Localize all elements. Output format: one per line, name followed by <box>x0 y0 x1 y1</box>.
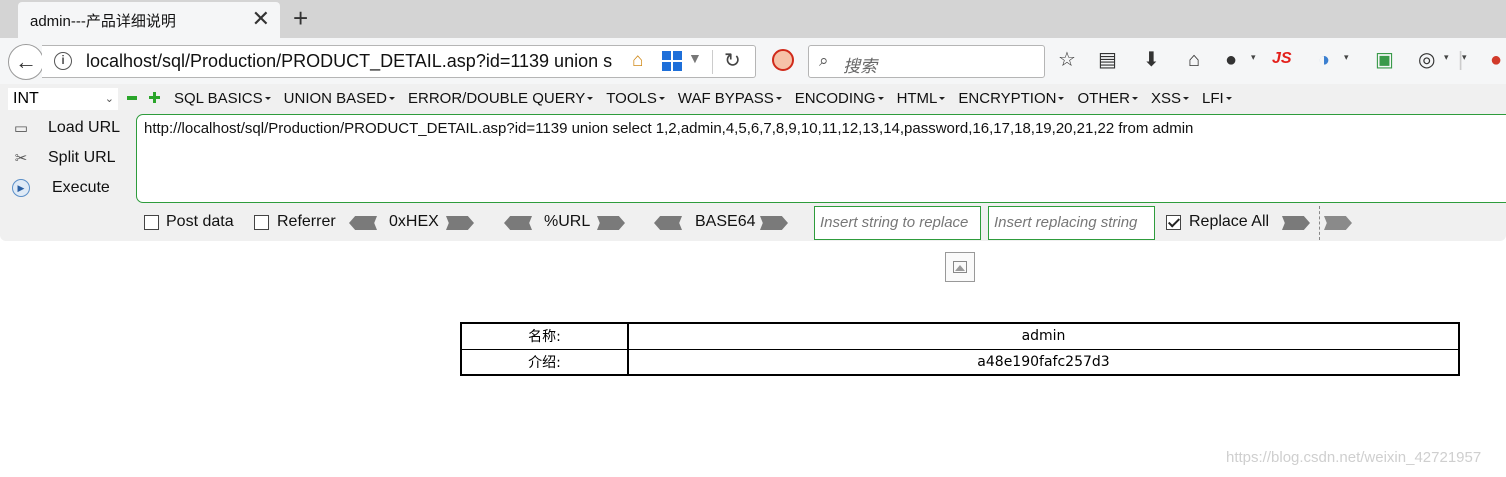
base64-decode-arrow-icon[interactable] <box>654 216 682 230</box>
hex-encode-arrow-icon[interactable] <box>446 216 474 230</box>
replace-all-checkbox[interactable] <box>1166 215 1181 230</box>
split-url-label: Split URL <box>48 149 116 166</box>
name-label: 名称: <box>460 322 629 350</box>
load-url-label: Load URL <box>48 119 121 136</box>
minus-icon[interactable] <box>127 96 137 100</box>
broken-image-icon <box>945 252 975 282</box>
menu-other[interactable]: OTHER <box>1077 90 1138 107</box>
palette-icon[interactable]: ◎ <box>1418 48 1435 72</box>
bookmark-star-icon[interactable]: ☆ <box>1058 48 1076 72</box>
menu-html[interactable]: HTML <box>897 90 946 107</box>
menu-encoding[interactable]: ENCODING <box>795 90 884 107</box>
referrer-checkbox[interactable] <box>254 215 269 230</box>
extension-icon[interactable]: ◑ <box>1318 48 1330 72</box>
replace-next-arrow-icon[interactable] <box>1324 216 1352 230</box>
hackbar-options: Post data Referrer 0xHEX %URL BASE64 Ins… <box>0 206 1506 240</box>
address-bar[interactable]: i localhost/sql/Production/PRODUCT_DETAI… <box>42 45 756 78</box>
tab-strip: admin---产品详细说明 ✕ + <box>0 0 1506 38</box>
replace-search-input[interactable]: Insert string to replace <box>814 206 981 240</box>
chevron-down-icon: ⌄ <box>104 93 114 105</box>
menu-arrow-icon[interactable]: ▾ <box>1462 52 1467 63</box>
navigation-bar: ← i localhost/sql/Production/PRODUCT_DET… <box>0 38 1506 84</box>
url-encode-arrow-icon[interactable] <box>597 216 625 230</box>
scissors-icon: ✂ <box>14 150 28 167</box>
plus-icon[interactable] <box>149 92 160 103</box>
adblock-icon[interactable] <box>772 49 794 71</box>
execute-label: Execute <box>52 179 110 196</box>
type-select-value: INT <box>13 90 39 107</box>
clipboard-icon[interactable]: ▤ <box>1098 48 1117 72</box>
extension-red-icon[interactable]: ● <box>1490 48 1502 72</box>
url-encode-label: %URL <box>544 213 591 230</box>
divider <box>1319 206 1320 240</box>
type-select[interactable]: INT ⌄ <box>8 88 118 110</box>
address-text[interactable]: localhost/sql/Production/PRODUCT_DETAIL.… <box>86 51 626 72</box>
hex-decode-arrow-icon[interactable] <box>349 216 377 230</box>
dropdown-arrow-icon[interactable]: ▾ <box>1344 52 1349 63</box>
intro-value: a48e190fafc257d3 <box>627 348 1460 376</box>
replace-all-label: Replace All <box>1189 213 1270 230</box>
menu-lfi[interactable]: LFI <box>1202 90 1232 107</box>
menu-xss[interactable]: XSS <box>1151 90 1189 107</box>
download-icon[interactable]: ⬇ <box>1143 48 1160 72</box>
execute-button[interactable]: ▶ Execute <box>10 176 110 200</box>
close-tab-icon[interactable]: ✕ <box>252 8 270 30</box>
search-icon: ⌕ <box>819 51 829 70</box>
post-data-label: Post data <box>166 213 234 230</box>
search-placeholder: 搜索 <box>843 57 877 76</box>
execute-icon: ▶ <box>10 177 32 199</box>
url-decode-arrow-icon[interactable] <box>504 216 532 230</box>
load-url-icon: ▭ <box>13 120 29 137</box>
menu-tools[interactable]: TOOLS <box>606 90 665 107</box>
new-tab-button[interactable]: + <box>293 4 308 32</box>
screenshot-icon[interactable]: ▣ <box>1375 48 1394 72</box>
replace-with-input[interactable]: Insert replacing string <box>988 206 1155 240</box>
base64-label: BASE64 <box>695 213 756 230</box>
home-page-icon[interactable]: ⌂ <box>632 50 643 72</box>
hackbar-url-textarea[interactable]: http://localhost/sql/Production/PRODUCT_… <box>136 114 1506 203</box>
base64-encode-arrow-icon[interactable] <box>760 216 788 230</box>
windows-icon[interactable] <box>662 51 682 71</box>
back-button[interactable]: ← <box>8 44 44 80</box>
load-url-button[interactable]: ▭ Load URL <box>10 116 120 140</box>
intro-label: 介绍: <box>460 348 629 376</box>
browser-tab[interactable]: admin---产品详细说明 ✕ <box>18 2 280 38</box>
menu-error-double-query[interactable]: ERROR/DOUBLE QUERY <box>408 90 593 107</box>
replace-apply-arrow-icon[interactable] <box>1282 216 1310 230</box>
reload-icon[interactable]: ↻ <box>724 48 741 73</box>
hex-label: 0xHEX <box>389 213 439 230</box>
post-data-checkbox[interactable] <box>144 215 159 230</box>
table-row: 介绍: a48e190fafc257d3 <box>460 348 1460 376</box>
info-icon[interactable]: i <box>54 52 72 70</box>
menu-encryption[interactable]: ENCRYPTION <box>958 90 1064 107</box>
referrer-label: Referrer <box>277 213 336 230</box>
search-bar[interactable]: ⌕ 搜索 <box>808 45 1045 78</box>
split-url-button[interactable]: ✂ Split URL <box>10 146 116 170</box>
dropdown-arrow-icon[interactable]: ▾ <box>1251 52 1256 63</box>
hackbar-panel: INT ⌄ SQL BASICS UNION BASED ERROR/DOUBL… <box>0 84 1506 241</box>
divider <box>712 50 713 74</box>
js-icon[interactable]: JS <box>1272 50 1292 68</box>
dropdown-arrow-icon[interactable]: ▾ <box>1444 52 1449 63</box>
back-arrow-icon: ← <box>15 49 37 74</box>
menu-sql-basics[interactable]: SQL BASICS <box>174 90 271 107</box>
tab-title: admin---产品详细说明 <box>30 12 176 30</box>
globe-icon[interactable]: ● <box>1225 48 1237 72</box>
watermark: https://blog.csdn.net/weixin_42721957 <box>1226 449 1482 466</box>
name-value: admin <box>627 322 1460 350</box>
product-detail-table: 名称: admin 介绍: a48e190fafc257d3 <box>460 322 1460 376</box>
menu-union-based[interactable]: UNION BASED <box>284 90 395 107</box>
table-row: 名称: admin <box>460 322 1460 350</box>
menu-waf-bypass[interactable]: WAF BYPASS <box>678 90 782 107</box>
home-icon[interactable]: ⌂ <box>1188 48 1200 72</box>
hackbar-menu: SQL BASICS UNION BASED ERROR/DOUBLE QUER… <box>174 90 1245 107</box>
dropdown-arrow-icon[interactable]: ▼ <box>688 50 702 66</box>
